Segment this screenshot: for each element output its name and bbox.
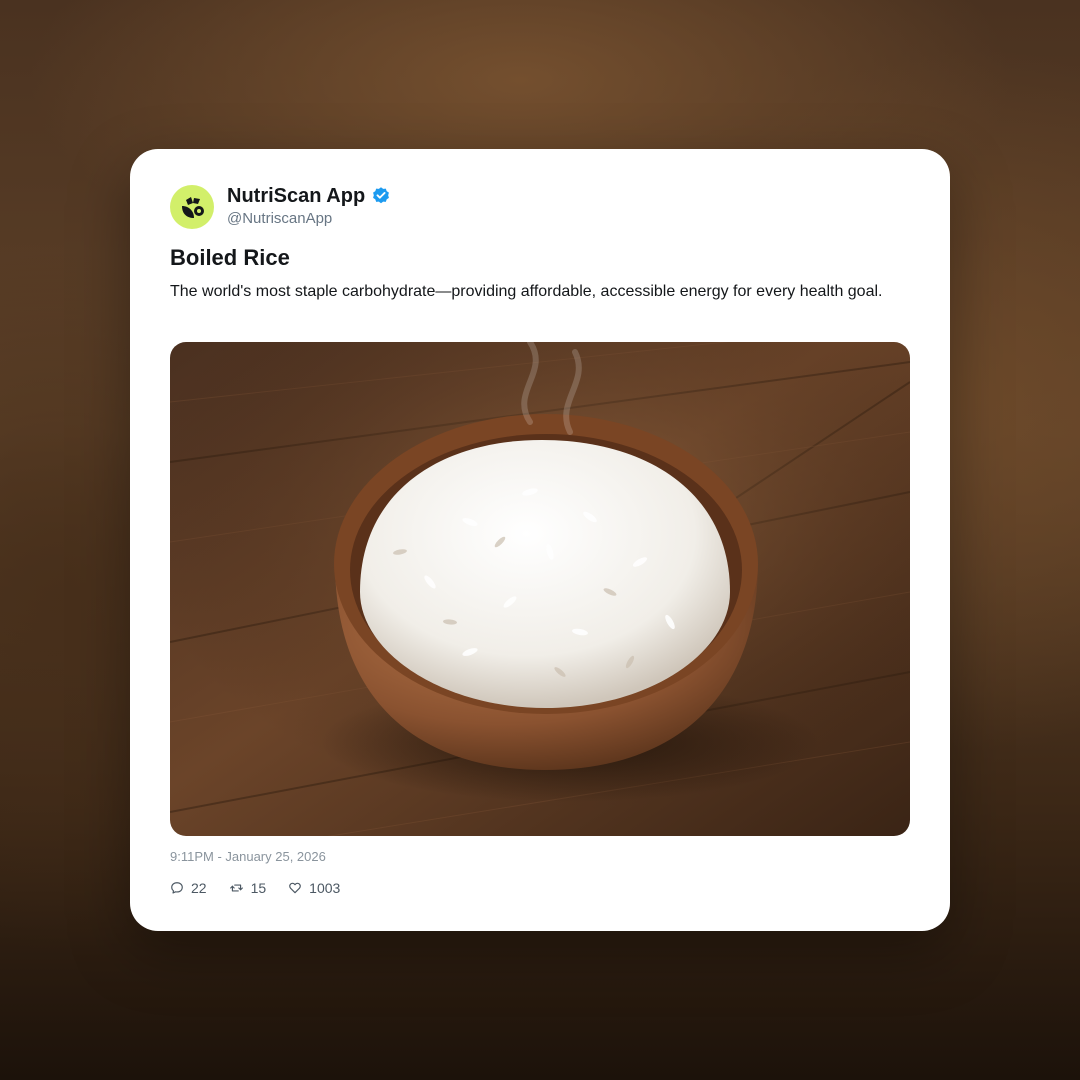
repost-icon [229, 884, 243, 892]
like-count: 1003 [309, 880, 341, 896]
reply-icon [171, 882, 183, 894]
repost-count: 15 [250, 880, 267, 896]
reply-count: 22 [191, 880, 207, 896]
repost-button[interactable]: 15 [229, 880, 267, 896]
post-description: The world's most staple carbohydrate—pro… [170, 283, 883, 300]
name-row: NutriScan App [227, 184, 391, 208]
nutriscan-logo-icon [182, 196, 204, 218]
rice-bowl-photo [170, 342, 910, 836]
post-header: NutriScan App @NutriscanApp [170, 184, 391, 229]
avatar[interactable] [170, 184, 214, 229]
author-handle[interactable]: @NutriscanApp [227, 209, 391, 229]
post-actions: 22 15 1003 [170, 880, 362, 896]
author-display-name[interactable]: NutriScan App [227, 184, 365, 208]
post-card: NutriScan App @NutriscanApp Boiled Rice … [130, 149, 950, 931]
author-names: NutriScan App @NutriscanApp [227, 184, 391, 229]
like-button[interactable]: 1003 [288, 880, 340, 896]
verified-badge-icon [373, 187, 390, 204]
like-icon [289, 882, 301, 894]
post-title: Boiled Rice [170, 245, 290, 270]
post-image[interactable] [170, 342, 910, 836]
post-timestamp: 9:11PM - January 25, 2026 [170, 849, 326, 864]
reply-button[interactable]: 22 [170, 880, 207, 896]
